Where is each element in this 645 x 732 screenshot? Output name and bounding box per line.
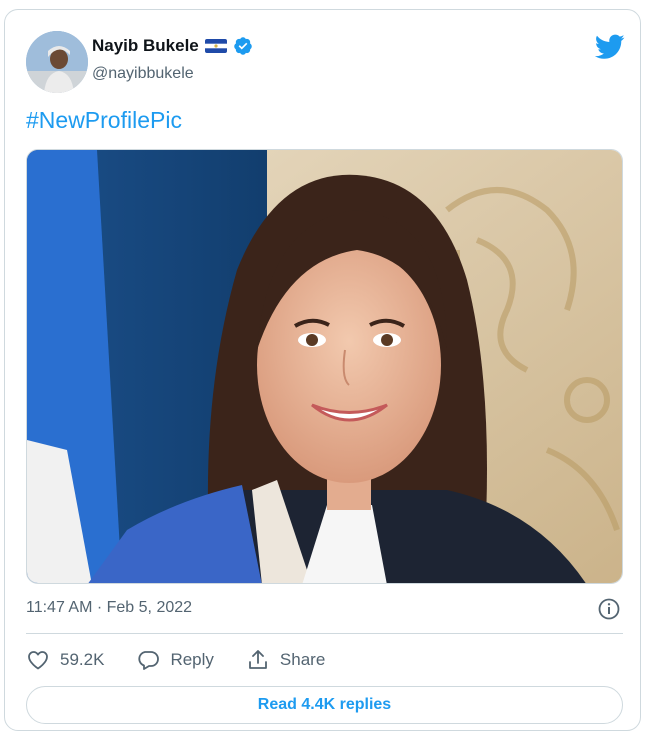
avatar-image bbox=[26, 31, 88, 93]
verified-badge-icon bbox=[234, 37, 252, 55]
tweet-timestamp[interactable]: 11:47 AM · Feb 5, 2022 bbox=[26, 599, 192, 617]
reply-label: Reply bbox=[170, 650, 214, 669]
author-name-row: Nayib Bukele bbox=[92, 36, 253, 56]
profile-photo-image bbox=[27, 150, 622, 583]
tweet-photo[interactable] bbox=[26, 149, 623, 584]
avatar[interactable] bbox=[26, 31, 88, 93]
el-salvador-flag-icon bbox=[204, 39, 227, 53]
author-handle[interactable]: @nayibbukele bbox=[92, 65, 194, 83]
info-icon[interactable] bbox=[597, 597, 621, 621]
heart-icon bbox=[28, 651, 48, 670]
twitter-bird-icon[interactable] bbox=[595, 34, 625, 60]
tweet-text-hashtag[interactable]: #NewProfilePic bbox=[26, 107, 182, 134]
reply-icon bbox=[138, 651, 160, 670]
like-count: 59.2K bbox=[60, 650, 105, 669]
share-icon bbox=[249, 650, 267, 669]
action-bar: 59.2K Reply Share bbox=[26, 648, 357, 672]
share-button[interactable]: Share bbox=[246, 648, 325, 672]
tweet-card[interactable]: Nayib Bukele @nayibbukele #NewProfilePic bbox=[4, 9, 641, 731]
share-label: Share bbox=[279, 650, 326, 669]
read-replies-button[interactable]: Read 4.4K replies bbox=[26, 686, 623, 724]
divider bbox=[26, 633, 623, 634]
reply-button[interactable]: Reply bbox=[136, 648, 214, 672]
like-button[interactable]: 59.2K bbox=[26, 648, 104, 672]
author-name[interactable]: Nayib Bukele bbox=[92, 36, 199, 56]
